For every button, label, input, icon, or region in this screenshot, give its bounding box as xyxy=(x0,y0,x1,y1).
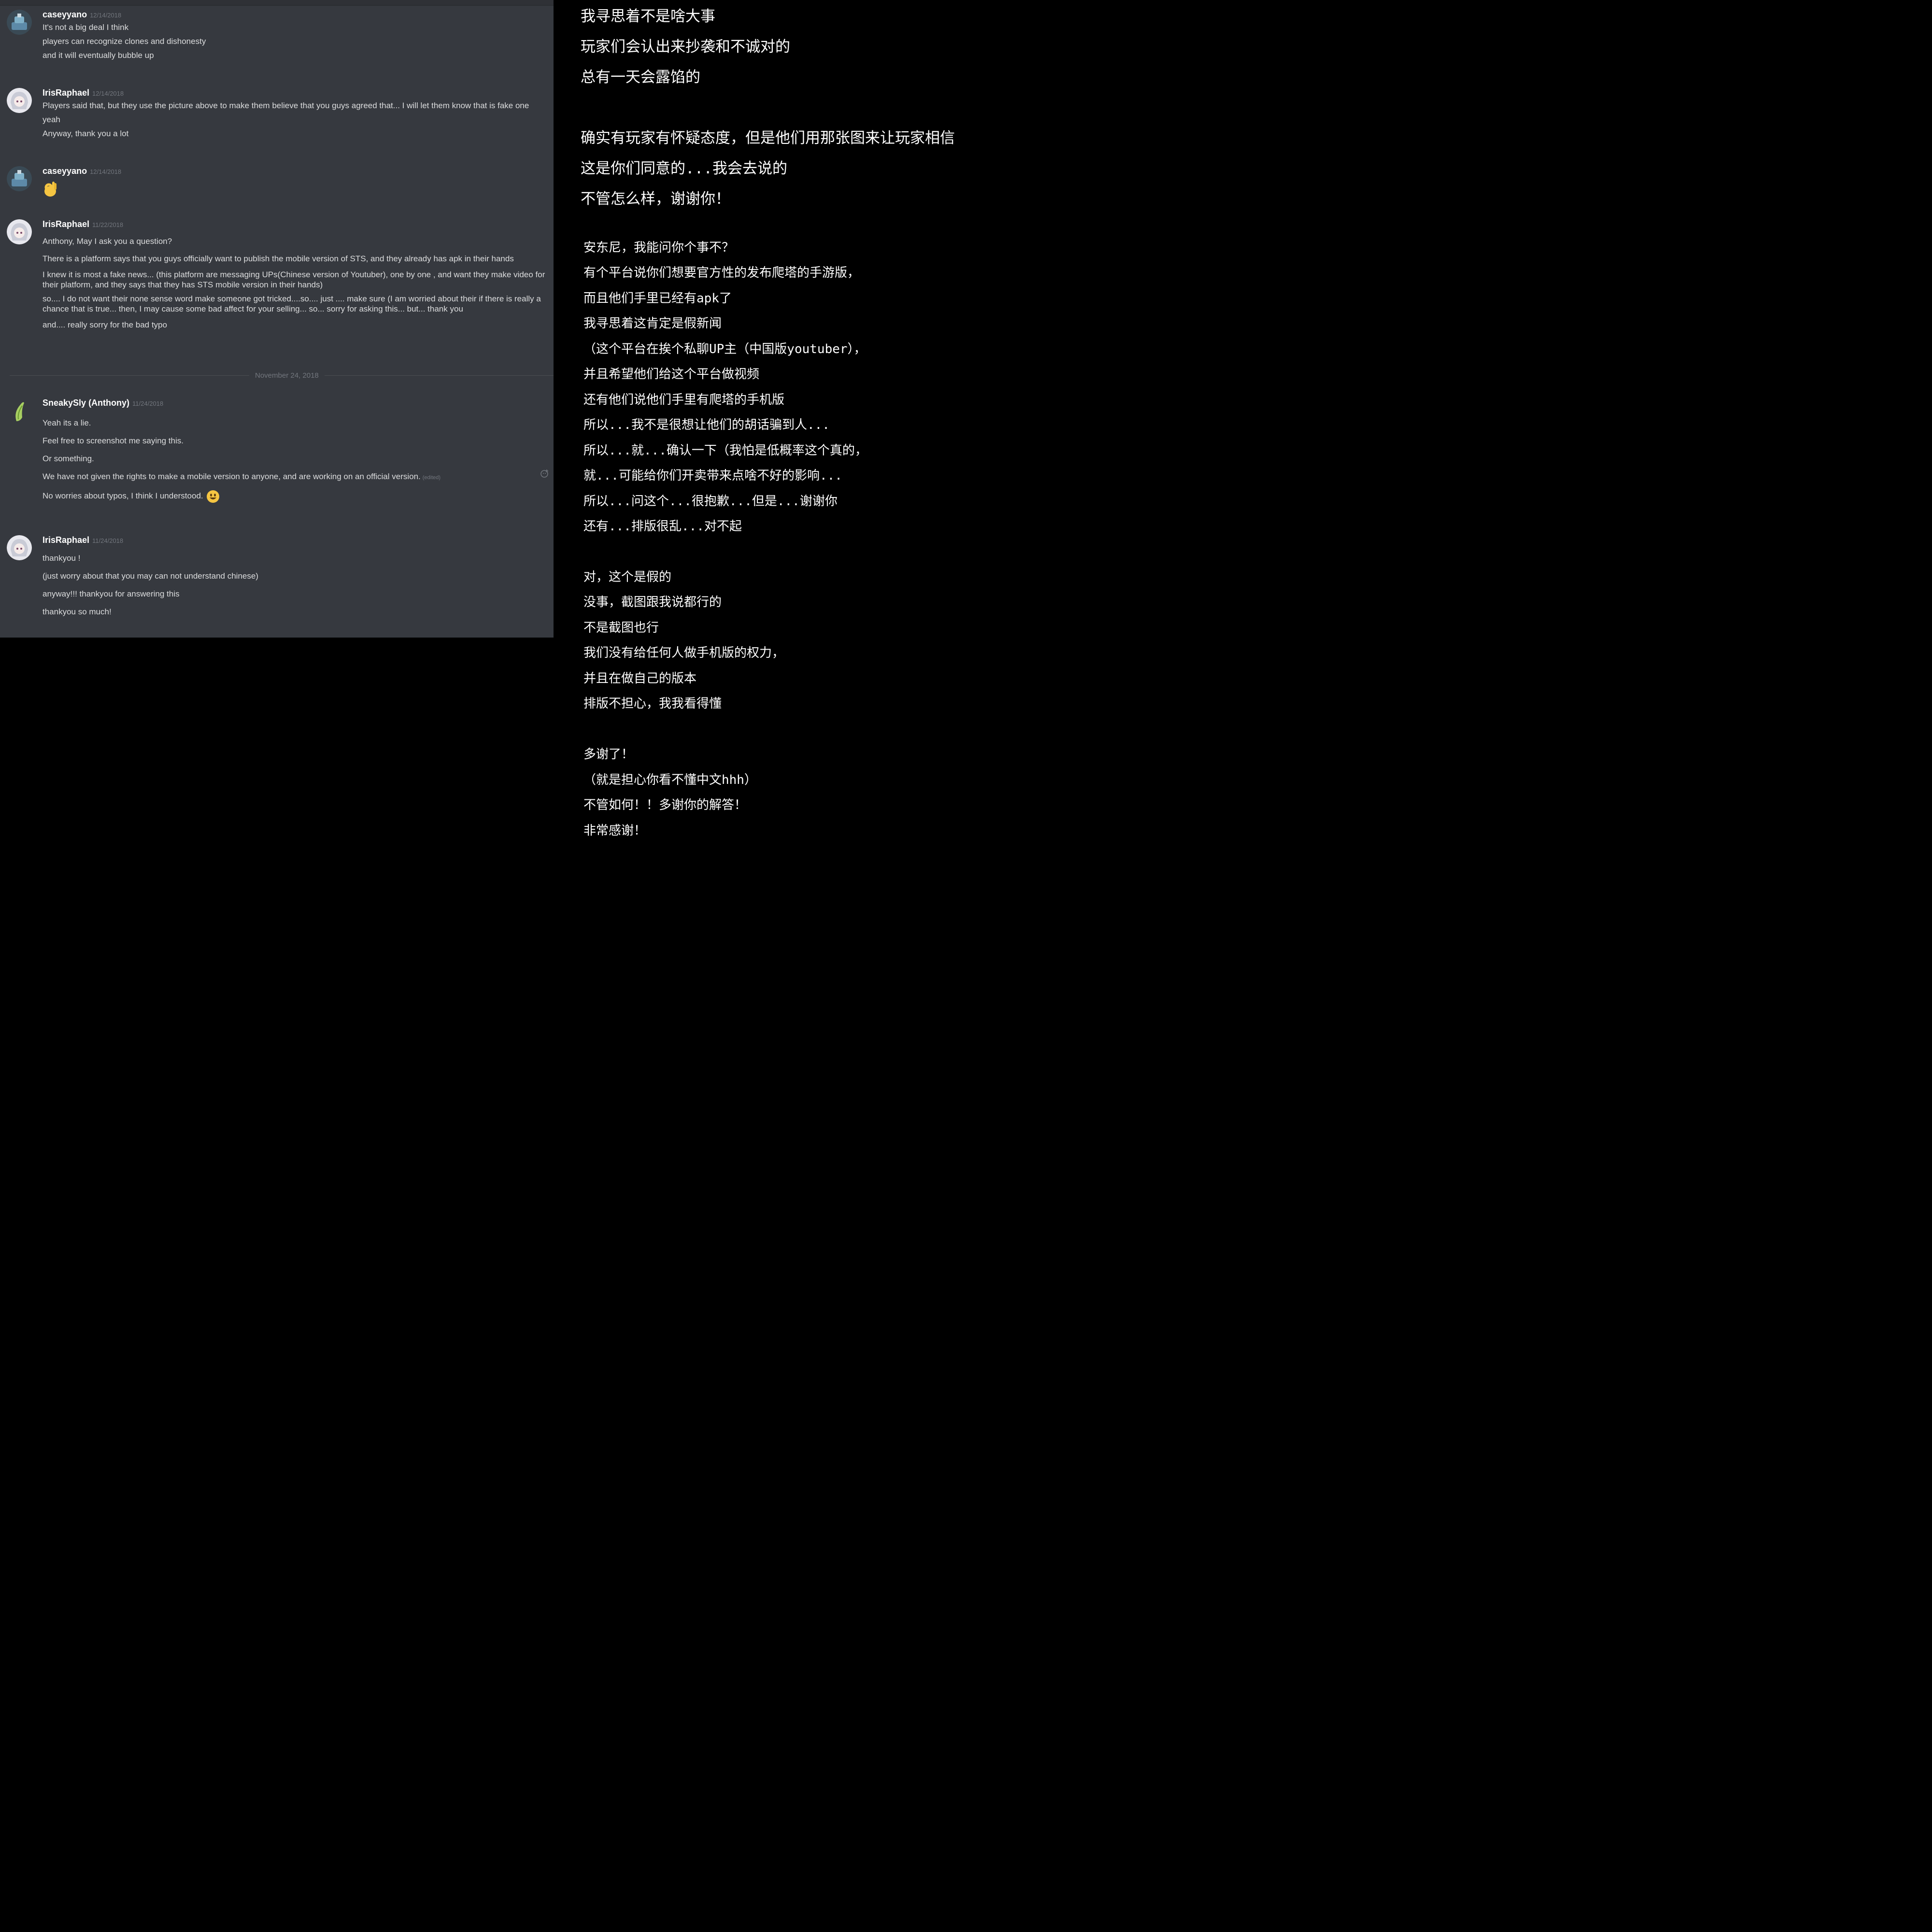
translation-line: 而且他们手里已经有apk了 xyxy=(583,291,732,306)
translation-line: 我们没有给任何人做手机版的权力， xyxy=(583,646,785,660)
edited-label: (edited) xyxy=(422,475,441,481)
translation-line: 总有一天会露馅的 xyxy=(581,69,700,86)
translation-line: 所以...问这个...很抱歉...但是...谢谢你 xyxy=(583,494,838,509)
ok-hand-emoji-icon xyxy=(43,181,57,197)
message-text: and.... really sorry for the bad typo xyxy=(43,320,167,329)
message-text: anyway!!! thankyou for answering this xyxy=(43,589,180,598)
timestamp: 12/14/2018 xyxy=(92,90,124,97)
smile-emoji-icon xyxy=(206,490,220,503)
timestamp: 11/22/2018 xyxy=(92,221,124,228)
add-reaction-icon[interactable] xyxy=(540,469,550,478)
translation-line: 所以...就...确认一下（我怕是低概率这个真的， xyxy=(583,443,867,458)
username[interactable]: caseyyano xyxy=(43,166,87,176)
message-line-with-emoji: No worries about typos, I think I unders… xyxy=(43,487,547,505)
message-text: Anyway, thank you a lot xyxy=(43,129,129,138)
message-text: so.... I do not want their none sense wo… xyxy=(43,294,541,313)
message-header: SneakySly (Anthony) 11/24/2018 xyxy=(43,398,163,408)
username[interactable]: caseyyano xyxy=(43,10,87,19)
username[interactable]: IrisRaphael xyxy=(43,535,89,545)
translation-line: 这是你们同意的...我会去说的 xyxy=(581,160,787,177)
message-header: caseyyano 12/14/2018 xyxy=(43,10,121,20)
message-text: No worries about typos, I think I unders… xyxy=(43,491,203,500)
date-divider: November 24, 2018 xyxy=(10,370,554,382)
message-header: IrisRaphael 12/14/2018 xyxy=(43,88,124,98)
message-line-edited: We have not given the rights to make a m… xyxy=(43,468,547,487)
translation-line: 我寻思着这肯定是假新闻 xyxy=(583,316,722,331)
timestamp: 12/14/2018 xyxy=(90,168,122,175)
message-text: Yeah its a lie. xyxy=(43,418,91,427)
username[interactable]: IrisRaphael xyxy=(43,219,89,229)
translation-line: 非常感谢！ xyxy=(583,824,647,838)
translation-line: 有个平台说你们想要官方性的发布爬塔的手游版， xyxy=(583,266,860,280)
message-text: players can recognize clones and dishone… xyxy=(43,37,206,46)
avatar[interactable] xyxy=(7,398,32,423)
message-header: IrisRaphael 11/24/2018 xyxy=(43,535,123,545)
translation-line: 就...可能给你们开卖带来点啥不好的影响... xyxy=(583,469,842,483)
chat-panel: caseyyano 12/14/2018 It's not a big deal … xyxy=(0,0,554,638)
username[interactable]: SneakySly (Anthony) xyxy=(43,398,129,408)
message-text: Anthony, May I ask you a question? xyxy=(43,237,172,246)
translation-line: 确实有玩家有怀疑态度，但是他们用那张图来让玩家相信 xyxy=(581,129,955,147)
message-header: caseyyano 12/14/2018 xyxy=(43,166,121,176)
message-text: thankyou so much! xyxy=(43,607,112,616)
timestamp: 11/24/2018 xyxy=(132,400,164,407)
translation-line: （这个平台在挨个私聊UP主（中国版youtuber）， xyxy=(583,342,867,356)
translation-line: 并且希望他们给这个平台做视频 xyxy=(583,367,760,382)
message-text: yeah xyxy=(43,115,60,124)
avatar[interactable] xyxy=(7,88,32,113)
translation-line: 安东尼，我能问你个事不？ xyxy=(583,241,735,255)
username[interactable]: IrisRaphael xyxy=(43,88,89,98)
message-text: I knew it is most a fake news... (this p… xyxy=(43,270,545,289)
message-text: thankyou ! xyxy=(43,554,81,563)
avatar[interactable] xyxy=(7,219,32,244)
avatar[interactable] xyxy=(7,10,32,35)
message-text: Players said that, but they use the pict… xyxy=(43,101,529,110)
chat-top-edge xyxy=(0,0,554,6)
message-header: IrisRaphael 11/22/2018 xyxy=(43,219,123,229)
translation-line: 还有...排版很乱...对不起 xyxy=(583,519,742,534)
translation-line: 对，这个是假的 xyxy=(583,570,672,584)
message-text: There is a platform says that you guys o… xyxy=(43,254,514,263)
translation-line: 我寻思着不是啥大事 xyxy=(581,8,715,25)
avatar[interactable] xyxy=(7,166,32,191)
translation-line: 没事，截图跟我说都行的 xyxy=(583,595,722,610)
message-text: and it will eventually bubble up xyxy=(43,51,154,60)
timestamp: 12/14/2018 xyxy=(90,12,122,19)
translation-line: 玩家们会认出来抄袭和不诚对的 xyxy=(581,38,790,56)
translation-line: 不管如何！！多谢你的解答！ xyxy=(583,798,747,812)
translation-line: 还有他们说他们手里有爬塔的手机版 xyxy=(583,393,785,407)
translation-line: 排版不担心，我我看得懂 xyxy=(583,696,722,711)
translation-line: 不管怎么样，谢谢你！ xyxy=(581,190,730,208)
message-text: It's not a big deal I think xyxy=(43,23,129,32)
translation-line: 不是截图也行 xyxy=(583,621,659,635)
timestamp: 11/24/2018 xyxy=(92,537,124,544)
translation-line: 并且在做自己的版本 xyxy=(583,671,697,686)
message-text: We have not given the rights to make a m… xyxy=(43,472,421,481)
message-text: Feel free to screenshot me saying this. xyxy=(43,436,184,445)
translation-line: 所以...我不是很想让他们的胡话骗到人... xyxy=(583,418,830,432)
date-divider-label: November 24, 2018 xyxy=(249,370,325,382)
message-text: Or something. xyxy=(43,454,94,463)
translation-line: 多谢了！ xyxy=(583,747,634,762)
message-text: (just worry about that you may can not u… xyxy=(43,571,258,581)
avatar[interactable] xyxy=(7,535,32,560)
translation-line: （就是担心你看不懂中文hhh） xyxy=(583,773,757,787)
